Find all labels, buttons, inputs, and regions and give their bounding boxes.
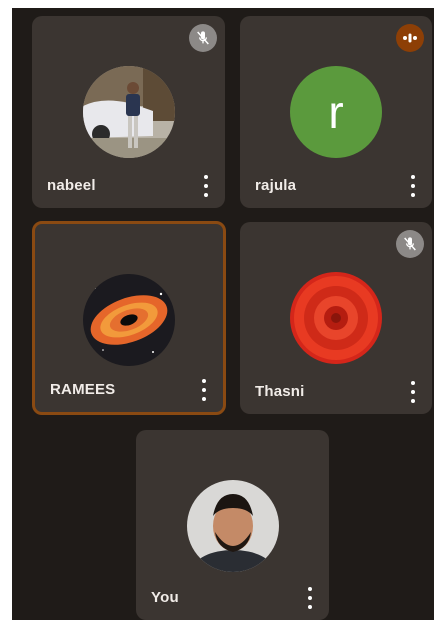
more-vert-icon[interactable] xyxy=(199,379,209,401)
mic-off-icon xyxy=(189,24,217,52)
avatar: r xyxy=(290,66,382,158)
participant-tile-self[interactable]: You xyxy=(136,430,329,620)
participant-name: nabeel xyxy=(47,177,96,194)
participant-tile-nabeel[interactable]: nabeel xyxy=(32,16,225,208)
avatar-letter: r xyxy=(290,66,382,158)
avatar xyxy=(83,274,175,366)
avatar xyxy=(290,272,382,364)
mic-off-icon xyxy=(396,230,424,258)
meeting-grid: nabeel r rajula RAMEES Thasni You xyxy=(12,8,434,620)
participant-name: Thasni xyxy=(255,383,305,400)
participant-name: You xyxy=(151,589,179,606)
more-vert-icon[interactable] xyxy=(408,175,418,197)
avatar xyxy=(186,480,279,572)
participant-tile-thasni[interactable]: Thasni xyxy=(240,222,432,414)
participant-tile-rajula[interactable]: r rajula xyxy=(240,16,432,208)
audio-level-icon xyxy=(396,24,424,52)
participant-tile-ramees[interactable]: RAMEES xyxy=(32,221,226,415)
more-vert-icon[interactable] xyxy=(305,587,315,609)
more-vert-icon[interactable] xyxy=(201,175,211,197)
more-vert-icon[interactable] xyxy=(408,381,418,403)
participant-name: rajula xyxy=(255,177,297,194)
participant-name: RAMEES xyxy=(50,381,116,398)
avatar xyxy=(82,66,175,158)
